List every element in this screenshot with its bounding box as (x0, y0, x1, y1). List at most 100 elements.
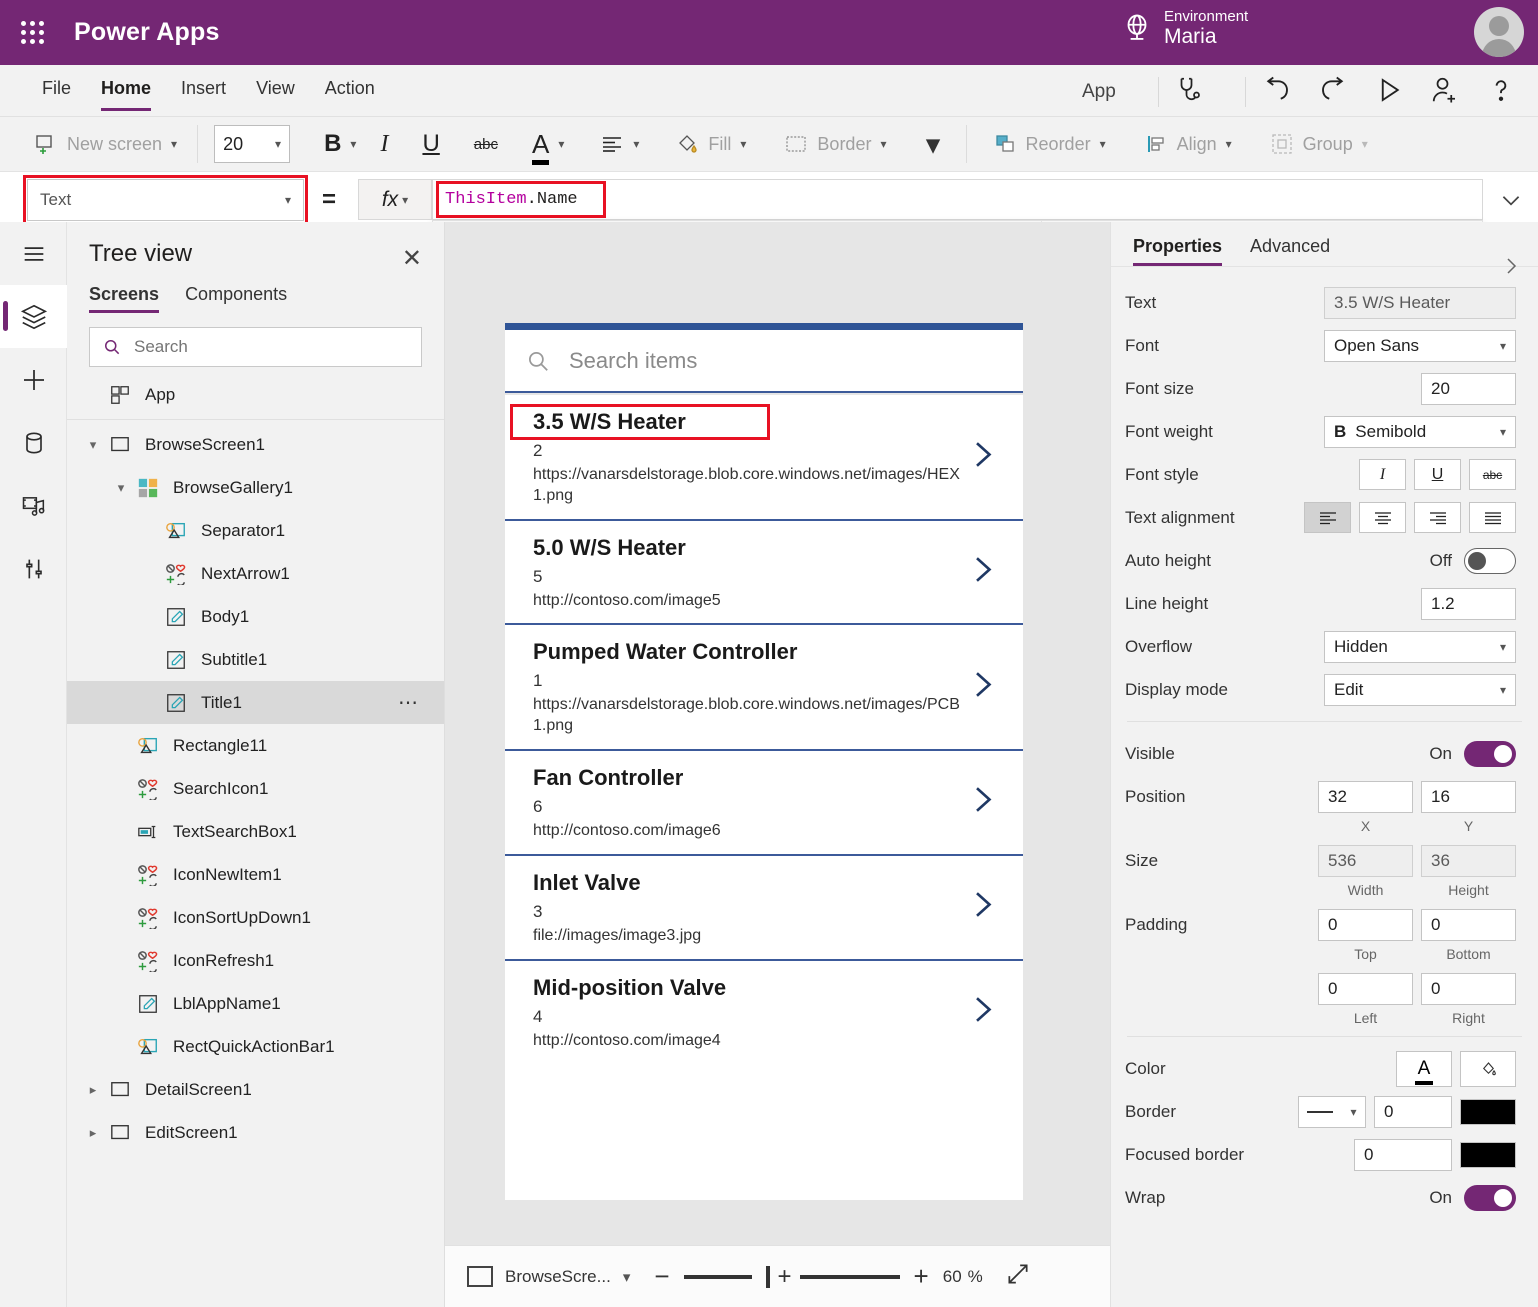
sidebar-item-advanced-tools[interactable] (0, 537, 67, 600)
position-x-input[interactable]: 32 (1318, 781, 1413, 813)
tree-search-box[interactable] (89, 327, 422, 367)
menu-item-insert[interactable]: Insert (181, 78, 226, 103)
screen-selector[interactable]: BrowseScre... ▾ (445, 1266, 630, 1287)
tree-node-detailscreen1[interactable]: ▸DetailScreen1 (67, 1068, 444, 1111)
auto-height-toggle[interactable] (1464, 548, 1516, 574)
tree-node-iconrefresh1[interactable]: IconRefresh1 (67, 939, 444, 982)
environment-selector[interactable]: Environment Maria (1120, 8, 1248, 49)
sidebar-item-tree-view[interactable] (0, 285, 67, 348)
tree-node-app[interactable]: App (67, 373, 444, 416)
redo-icon[interactable] (1318, 75, 1348, 105)
gallery-search-box[interactable]: Search items (505, 330, 1023, 393)
zoom-in-button[interactable]: + (914, 1261, 929, 1292)
gallery-item[interactable]: Mid-position Valve4http://contoso.com/im… (505, 961, 1023, 1064)
tree-node-searchicon1[interactable]: SearchIcon1 (67, 767, 444, 810)
visible-toggle[interactable] (1464, 741, 1516, 767)
border-style-dropdown[interactable]: ▾ (1298, 1096, 1366, 1128)
padding-top-input[interactable]: 0 (1318, 909, 1413, 941)
gallery-item[interactable]: Fan Controller6http://contoso.com/image6 (505, 751, 1023, 856)
sidebar-item-data[interactable] (0, 411, 67, 474)
tree-node-subtitle1[interactable]: Subtitle1 (67, 638, 444, 681)
tree-search-input[interactable] (134, 337, 374, 357)
padding-left-input[interactable]: 0 (1318, 973, 1413, 1005)
group-button[interactable]: Group ▾ (1258, 124, 1380, 164)
underline-toggle-button[interactable]: U (1414, 459, 1461, 490)
font-weight-dropdown[interactable]: B Semibold ▾ (1324, 416, 1516, 448)
sidebar-item-insert[interactable] (0, 348, 67, 411)
italic-toggle-button[interactable]: I (1359, 459, 1406, 490)
formula-input[interactable]: ThisItem.Name (432, 179, 1483, 220)
fx-button[interactable]: fx ▾ (358, 179, 432, 220)
properties-panel-expand-button[interactable] (1484, 240, 1538, 292)
position-y-input[interactable]: 16 (1421, 781, 1516, 813)
tree-node-lblappname1[interactable]: LblAppName1 (67, 982, 444, 1025)
focused-border-width-input[interactable]: 0 (1354, 1139, 1452, 1171)
help-icon[interactable] (1486, 75, 1516, 105)
line-height-input[interactable]: 1.2 (1421, 588, 1516, 620)
strikethrough-button[interactable]: abc (462, 124, 510, 164)
align-justify-button[interactable] (1469, 502, 1516, 533)
menu-item-view[interactable]: View (256, 78, 295, 103)
next-arrow-icon[interactable] (967, 888, 997, 927)
align-center-button[interactable] (1359, 502, 1406, 533)
tab-advanced[interactable]: Advanced (1250, 236, 1330, 266)
tree-node-twisty[interactable]: ▸ (81, 1082, 105, 1098)
border-color-swatch[interactable] (1460, 1099, 1516, 1125)
close-icon[interactable]: ✕ (402, 244, 422, 273)
play-icon[interactable] (1374, 75, 1404, 105)
padding-bottom-input[interactable]: 0 (1421, 909, 1516, 941)
stethoscope-icon[interactable] (1174, 75, 1204, 105)
tree-node-nextarrow1[interactable]: NextArrow1 (67, 552, 444, 595)
font-size-dropdown[interactable]: 20 ▾ (214, 125, 290, 163)
fit-screen-icon[interactable] (1005, 1261, 1031, 1292)
tree-node-overflow-menu[interactable]: ⋯ (398, 690, 420, 715)
tab-components[interactable]: Components (185, 284, 287, 313)
align-group-button[interactable]: Align ▾ (1132, 124, 1244, 164)
display-mode-dropdown[interactable]: Edit ▾ (1324, 674, 1516, 706)
new-screen-button[interactable]: New screen ▾ (22, 124, 189, 164)
text-align-button[interactable]: ▾ (588, 124, 651, 164)
next-arrow-icon[interactable] (967, 992, 997, 1031)
menu-item-action[interactable]: Action (325, 78, 375, 103)
font-dropdown[interactable]: Open Sans ▾ (1324, 330, 1516, 362)
tree-node-twisty[interactable]: ▾ (109, 480, 133, 496)
focused-border-color-swatch[interactable] (1460, 1142, 1516, 1168)
app-menu-button[interactable]: App (1082, 81, 1116, 103)
padding-right-input[interactable]: 0 (1421, 973, 1516, 1005)
sidebar-item-media[interactable] (0, 474, 67, 537)
tree-node-rectquickactionbar1[interactable]: RectQuickActionBar1 (67, 1025, 444, 1068)
gallery-item[interactable]: 5.0 W/S Heater5http://contoso.com/image5 (505, 521, 1023, 626)
tree-node-separator1[interactable]: Separator1 (67, 509, 444, 552)
zoom-track-right[interactable] (800, 1275, 900, 1279)
tree-node-twisty[interactable]: ▸ (81, 1125, 105, 1141)
next-arrow-icon[interactable] (967, 437, 997, 476)
menu-item-home[interactable]: Home (101, 78, 151, 103)
fill-color-button[interactable] (1460, 1051, 1516, 1087)
tree-node-title1[interactable]: Title1⋯ (67, 681, 444, 724)
undo-icon[interactable] (1262, 75, 1292, 105)
strikethrough-toggle-button[interactable]: abc (1469, 459, 1516, 490)
menu-item-file[interactable]: File (42, 78, 71, 103)
tree-node-textsearchbox1[interactable]: TextSearchBox1 (67, 810, 444, 853)
share-user-icon[interactable] (1430, 75, 1460, 105)
bold-button[interactable]: B ▾ (312, 124, 368, 164)
zoom-track-left[interactable] (684, 1275, 752, 1279)
tree-node-body1[interactable]: Body1 (67, 595, 444, 638)
next-arrow-icon[interactable] (967, 552, 997, 591)
align-left-button[interactable] (1304, 502, 1351, 533)
tree-node-iconsortupdown1[interactable]: IconSortUpDown1 (67, 896, 444, 939)
font-color-button[interactable]: A ▾ (520, 124, 576, 164)
tree-node-browsescreen1[interactable]: ▾BrowseScreen1 (67, 423, 444, 466)
formula-bar-collapse-button[interactable] (1484, 179, 1538, 221)
next-arrow-icon[interactable] (967, 668, 997, 707)
italic-button[interactable]: I (368, 124, 400, 164)
overflow-dropdown[interactable]: Hidden ▾ (1324, 631, 1516, 663)
wrap-toggle[interactable] (1464, 1185, 1516, 1211)
tab-screens[interactable]: Screens (89, 284, 159, 313)
tree-node-twisty[interactable]: ▾ (81, 437, 105, 453)
tree-node-iconnewitem1[interactable]: IconNewItem1 (67, 853, 444, 896)
tree-node-browsegallery1[interactable]: ▾BrowseGallery1 (67, 466, 444, 509)
tree-node-rectangle11[interactable]: Rectangle11 (67, 724, 444, 767)
reorder-button[interactable]: Reorder ▾ (981, 124, 1118, 164)
border-width-input[interactable]: 0 (1374, 1096, 1452, 1128)
